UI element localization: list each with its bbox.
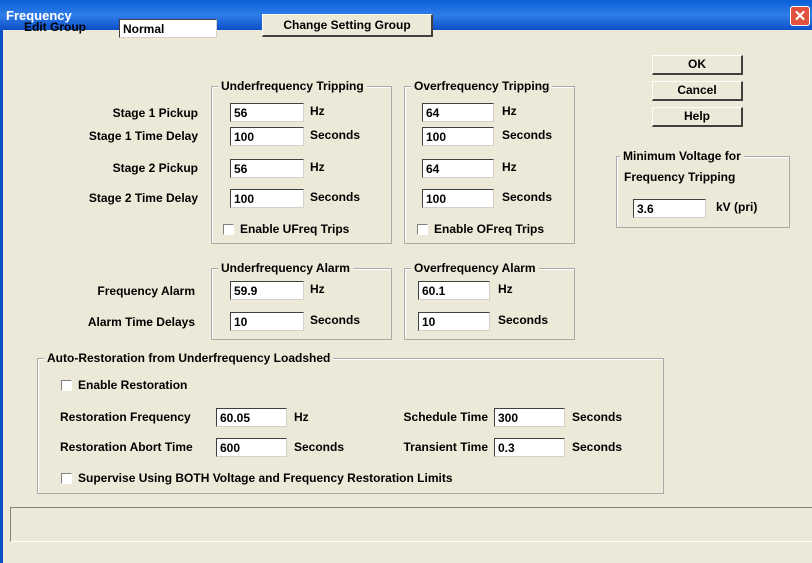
schedule-time-label: Schedule Time <box>403 410 488 424</box>
restoration-abort-time-unit: Seconds <box>294 440 345 454</box>
restoration-frequency-field[interactable]: 60.05 <box>216 408 287 427</box>
minimum-voltage-title: Minimum Voltage for <box>620 149 744 163</box>
frequency-alarm-label: Frequency Alarm <box>97 284 195 298</box>
uf-stage2-delay-field[interactable]: 100 <box>230 189 304 208</box>
uf-alarm-frequency-field[interactable]: 59.9 <box>230 281 304 300</box>
supervise-both-checkbox[interactable] <box>61 473 72 484</box>
alarm-time-delays-label: Alarm Time Delays <box>87 315 195 329</box>
of-alarm-frequency-field[interactable]: 60.1 <box>418 281 490 300</box>
schedule-time-field[interactable]: 300 <box>494 408 565 427</box>
help-button[interactable]: Help <box>652 107 743 127</box>
of-stage1-delay-field[interactable]: 100 <box>422 127 494 146</box>
stage2-delay-label: Stage 2 Time Delay <box>88 191 198 205</box>
cancel-button[interactable]: Cancel <box>652 81 743 101</box>
schedule-time-unit: Seconds <box>572 410 623 424</box>
minimum-voltage-unit: kV (pri) <box>716 200 758 214</box>
uf-stage2-pickup-unit: Hz <box>310 160 325 174</box>
auto-restoration-title: Auto-Restoration from Underfrequency Loa… <box>44 351 334 365</box>
of-stage2-delay-unit: Seconds <box>502 190 553 204</box>
enable-ufreq-trips-checkbox[interactable] <box>223 224 234 235</box>
uf-alarm-delay-field[interactable]: 10 <box>230 312 304 331</box>
overfrequency-alarm-title: Overfrequency Alarm <box>411 261 539 275</box>
window-border <box>0 30 3 563</box>
overfrequency-tripping-title: Overfrequency Tripping <box>411 79 553 93</box>
edit-group-field: Normal <box>119 19 217 38</box>
restoration-frequency-label: Restoration Frequency <box>60 410 191 424</box>
uf-stage1-delay-field[interactable]: 100 <box>230 127 304 146</box>
enable-restoration-label[interactable]: Enable Restoration <box>78 378 187 392</box>
of-stage2-delay-field[interactable]: 100 <box>422 189 494 208</box>
status-bar <box>10 507 812 542</box>
enable-restoration-checkbox[interactable] <box>61 380 72 391</box>
enable-ofreq-trips-checkbox[interactable] <box>417 224 428 235</box>
uf-stage1-pickup-unit: Hz <box>310 104 325 118</box>
stage1-delay-label: Stage 1 Time Delay <box>88 129 198 143</box>
edit-group-label: Edit Group <box>24 20 86 34</box>
supervise-both-label[interactable]: Supervise Using BOTH Voltage and Frequen… <box>78 471 453 485</box>
of-alarm-delay-unit: Seconds <box>498 313 549 327</box>
frequency-dialog: Frequency ✕ Edit Group Normal Change Set… <box>0 0 812 563</box>
of-stage2-pickup-field[interactable]: 64 <box>422 159 494 178</box>
restoration-abort-time-label: Restoration Abort Time <box>60 440 193 454</box>
uf-stage2-pickup-field[interactable]: 56 <box>230 159 304 178</box>
enable-ufreq-trips-label[interactable]: Enable UFreq Trips <box>240 222 349 236</box>
ok-button[interactable]: OK <box>652 55 743 75</box>
restoration-abort-time-field[interactable]: 600 <box>216 438 287 457</box>
close-icon[interactable]: ✕ <box>790 6 810 26</box>
enable-ofreq-trips-label[interactable]: Enable OFreq Trips <box>434 222 544 236</box>
transient-time-label: Transient Time <box>403 440 488 454</box>
of-stage1-pickup-field[interactable]: 64 <box>422 103 494 122</box>
transient-time-field[interactable]: 0.3 <box>494 438 565 457</box>
of-stage1-delay-unit: Seconds <box>502 128 553 142</box>
restoration-frequency-unit: Hz <box>294 410 309 424</box>
uf-alarm-frequency-unit: Hz <box>310 282 325 296</box>
of-alarm-delay-field[interactable]: 10 <box>418 312 490 331</box>
stage2-pickup-label: Stage 2 Pickup <box>112 161 198 175</box>
uf-alarm-delay-unit: Seconds <box>310 313 361 327</box>
uf-stage1-delay-unit: Seconds <box>310 128 361 142</box>
minimum-voltage-field[interactable]: 3.6 <box>633 199 706 218</box>
minimum-voltage-subtitle: Frequency Tripping <box>624 170 736 184</box>
of-stage1-pickup-unit: Hz <box>502 104 517 118</box>
uf-stage1-pickup-field[interactable]: 56 <box>230 103 304 122</box>
uf-stage2-delay-unit: Seconds <box>310 190 361 204</box>
of-alarm-frequency-unit: Hz <box>498 282 513 296</box>
underfrequency-tripping-title: Underfrequency Tripping <box>218 79 367 93</box>
of-stage2-pickup-unit: Hz <box>502 160 517 174</box>
stage1-pickup-label: Stage 1 Pickup <box>112 106 198 120</box>
transient-time-unit: Seconds <box>572 440 623 454</box>
underfrequency-alarm-title: Underfrequency Alarm <box>218 261 353 275</box>
change-setting-group-button[interactable]: Change Setting Group <box>262 14 433 37</box>
